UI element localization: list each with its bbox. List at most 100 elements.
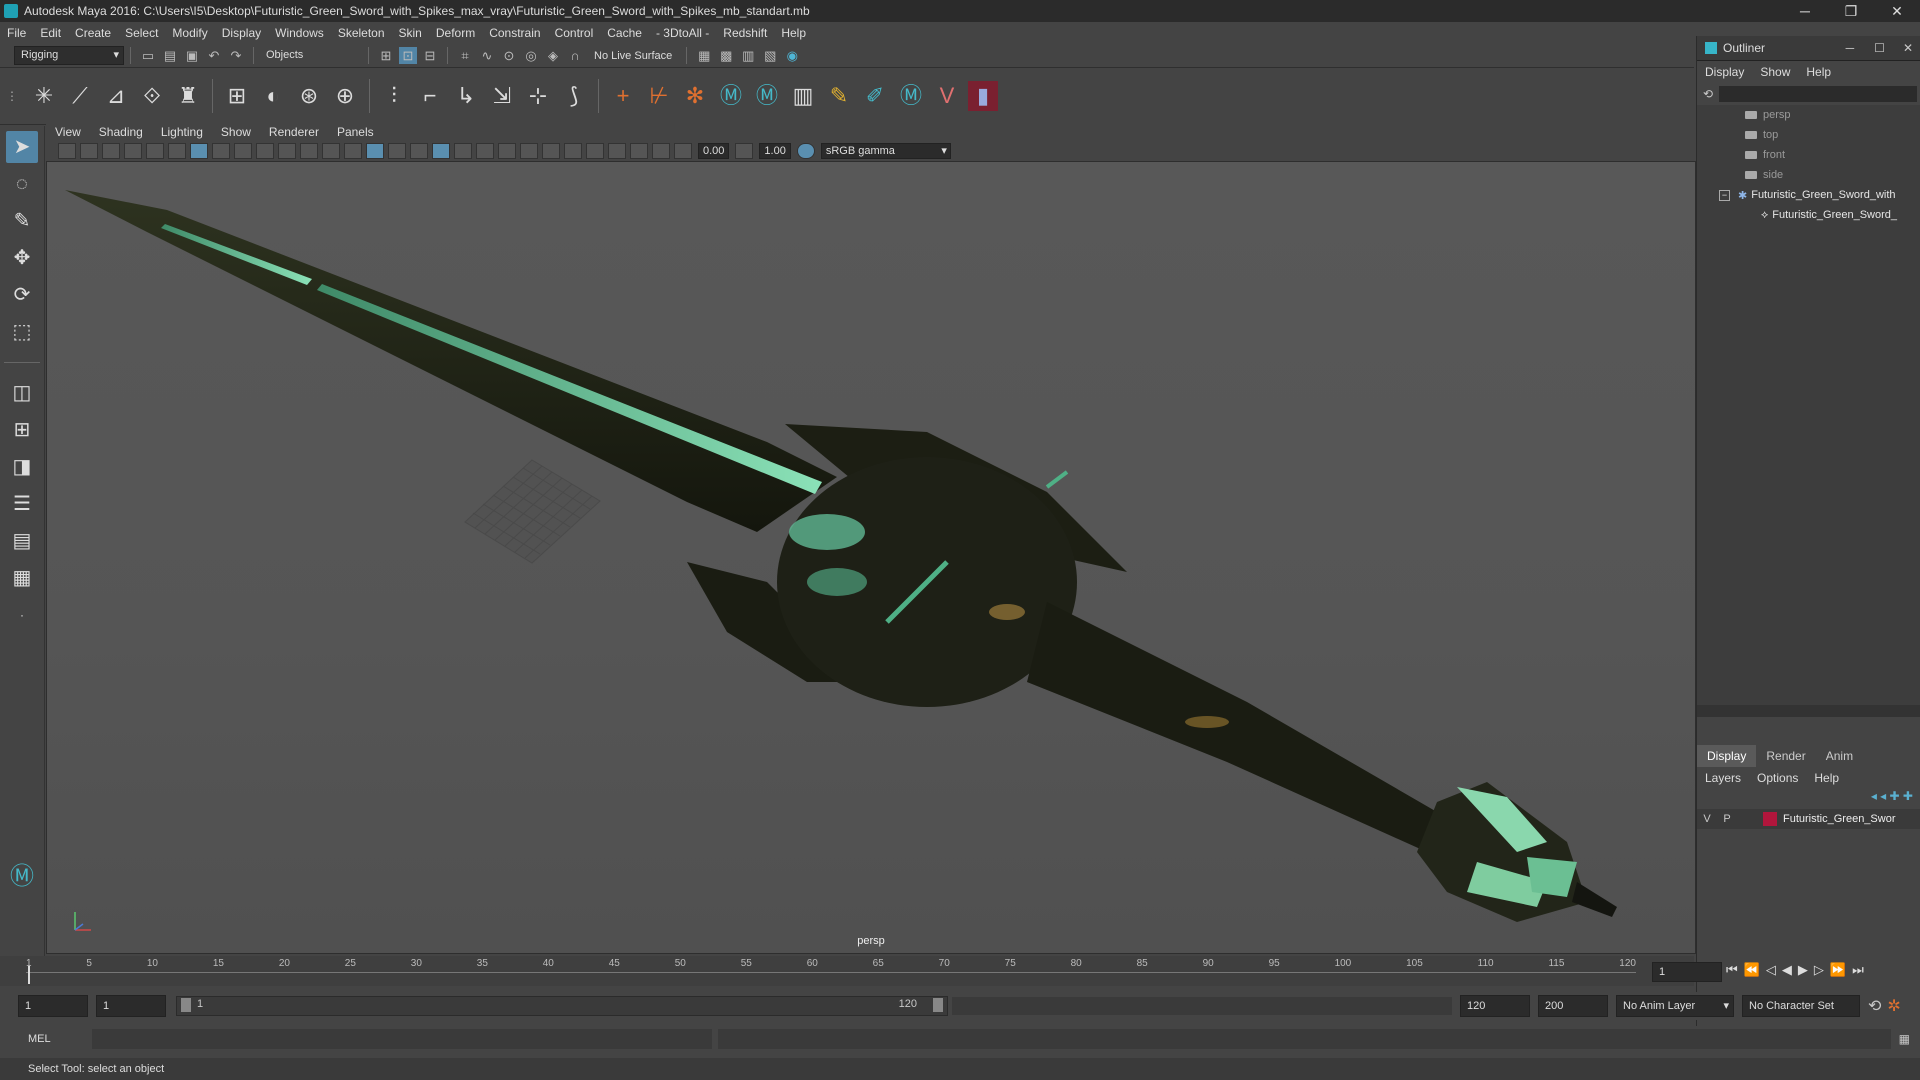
screen-space-ao-icon[interactable] — [498, 143, 516, 159]
tab-anim[interactable]: Anim — [1816, 745, 1863, 767]
aim-constraint-icon[interactable]: ⌐ — [415, 81, 445, 111]
time-slider[interactable]: 1 5 10 15 20 25 30 35 40 45 50 55 60 65 … — [0, 956, 1694, 986]
wireframe-icon[interactable] — [344, 143, 362, 159]
menu-windows[interactable]: Windows — [268, 26, 331, 40]
grease-pencil-icon[interactable] — [168, 143, 186, 159]
depth-of-field-icon[interactable] — [564, 143, 582, 159]
mel-script-icon-2[interactable]: Ⓜ — [752, 81, 782, 111]
outliner-item-front[interactable]: front — [1697, 145, 1920, 165]
outliner-layout-icon[interactable]: ☰ — [6, 488, 38, 520]
point-constraint-icon[interactable]: ⫶ — [379, 81, 409, 111]
smooth-shade-icon[interactable] — [366, 143, 384, 159]
menu-create[interactable]: Create — [68, 26, 118, 40]
range-slider[interactable]: 1 120 — [176, 996, 948, 1016]
menu-cache[interactable]: Cache — [600, 26, 649, 40]
use-all-lights-icon[interactable] — [454, 143, 472, 159]
panel-menu-lighting[interactable]: Lighting — [152, 125, 212, 139]
isolate-select-icon[interactable] — [586, 143, 604, 159]
layer-menu-options[interactable]: Options — [1749, 771, 1806, 785]
paint-select-tool-icon[interactable]: ✎ — [6, 205, 38, 237]
panel-menu-panels[interactable]: Panels — [328, 125, 383, 139]
locator-icon[interactable]: + — [608, 81, 638, 111]
undo-icon[interactable]: ↶ — [205, 47, 223, 64]
menu-deform[interactable]: Deform — [429, 26, 482, 40]
menu-edit[interactable]: Edit — [33, 26, 68, 40]
ik-spline-icon[interactable]: ⊿ — [101, 81, 131, 111]
select-component-icon[interactable]: ⊟ — [421, 47, 439, 64]
layer-visibility-toggle[interactable]: V — [1697, 813, 1717, 825]
motion-blur-icon[interactable] — [520, 143, 538, 159]
pole-vector-icon[interactable]: ⟆ — [559, 81, 589, 111]
colorspace-dropdown[interactable]: sRGB gamma ▾ — [820, 143, 951, 159]
step-back-frame-icon[interactable]: ◁ — [1766, 962, 1776, 978]
current-time-marker[interactable] — [28, 966, 30, 984]
select-object-icon[interactable]: ⊡ — [399, 47, 417, 64]
outliner-menu-help[interactable]: Help — [1798, 65, 1839, 79]
more-layouts-icon[interactable]: · — [6, 599, 38, 631]
xray-components-icon[interactable] — [652, 143, 670, 159]
command-language-label[interactable]: MEL — [0, 1033, 74, 1045]
restore-button[interactable]: ❐ — [1828, 0, 1874, 22]
camera-icon[interactable] — [58, 143, 76, 159]
layer-playback-toggle[interactable]: P — [1717, 813, 1737, 825]
tab-display[interactable]: Display — [1697, 745, 1757, 767]
range-start-handle[interactable] — [181, 998, 191, 1012]
ipr-render-icon[interactable]: ▥ — [739, 47, 757, 64]
command-input[interactable] — [92, 1029, 712, 1049]
menu-3dtoall[interactable]: - 3DtoAll - — [649, 26, 716, 40]
xray-joints-icon[interactable] — [630, 143, 648, 159]
paint-weights-icon[interactable]: ✎ — [824, 81, 854, 111]
outliner-horizontal-scrollbar[interactable] — [1697, 705, 1920, 717]
gamma-field[interactable]: 1.00 — [759, 143, 791, 159]
collapse-icon[interactable]: − — [1719, 189, 1730, 201]
step-forward-frame-icon[interactable]: ▷ — [1814, 962, 1824, 978]
snap-curve-icon[interactable]: ∿ — [478, 47, 496, 64]
selection-mode-dropdown[interactable]: Objects — [260, 47, 362, 64]
safe-title-icon[interactable] — [322, 143, 340, 159]
bind-skin-icon[interactable]: ⊞ — [222, 81, 252, 111]
brush-icon[interactable]: ✐ — [860, 81, 890, 111]
2d-pan-zoom-icon[interactable] — [146, 143, 164, 159]
graph-layout-icon[interactable]: ▤ — [6, 525, 38, 557]
film-gate-icon[interactable] — [212, 143, 230, 159]
outliner-item-side[interactable]: side — [1697, 165, 1920, 185]
wrap-icon[interactable]: ⊕ — [330, 81, 360, 111]
outliner-refresh-icon[interactable]: ⟲ — [1703, 87, 1713, 101]
new-scene-icon[interactable]: ▭ — [139, 47, 157, 64]
layer-row[interactable]: V P Futuristic_Green_Swor — [1697, 809, 1920, 829]
outliner-item-sword-group[interactable]: − ✱ Futuristic_Green_Sword_with — [1697, 185, 1920, 205]
cluster-icon[interactable]: ⊛ — [294, 81, 324, 111]
orient-constraint-icon[interactable]: ↳ — [451, 81, 481, 111]
panel-menu-view[interactable]: View — [46, 125, 90, 139]
step-back-key-icon[interactable]: ⏪ — [1744, 962, 1760, 978]
play-backward-icon[interactable]: ◀ — [1782, 962, 1792, 978]
single-view-layout-icon[interactable]: ◫ — [6, 377, 38, 409]
mel-script-icon-1[interactable]: Ⓜ — [716, 81, 746, 111]
bookmark-icon[interactable] — [102, 143, 120, 159]
menu-help[interactable]: Help — [774, 26, 813, 40]
gate-mask-icon[interactable] — [256, 143, 274, 159]
snap-point-icon[interactable]: ⊙ — [500, 47, 518, 64]
menu-select[interactable]: Select — [118, 26, 165, 40]
render-settings-icon[interactable]: ▧ — [761, 47, 779, 64]
save-scene-icon[interactable]: ▣ — [183, 47, 201, 64]
layer-tool-icons[interactable]: ◂ ◂ ✚ ✚ — [1697, 789, 1920, 809]
render-frame-icon[interactable]: ▩ — [717, 47, 735, 64]
snap-grid-icon[interactable]: ⌗ — [456, 47, 474, 64]
multisample-aa-icon[interactable] — [542, 143, 560, 159]
playback-end-field[interactable]: 120 — [1460, 995, 1530, 1017]
exposure-icon[interactable] — [674, 143, 692, 159]
play-forward-icon[interactable]: ▶ — [1798, 962, 1808, 978]
move-tool-icon[interactable]: ✥ — [6, 242, 38, 274]
joint-tool-icon[interactable]: ✳ — [29, 81, 59, 111]
menu-skeleton[interactable]: Skeleton — [331, 26, 392, 40]
layer-color-swatch[interactable] — [1763, 812, 1777, 826]
current-frame-field[interactable]: 1 — [1652, 962, 1722, 982]
color-management-icon[interactable] — [796, 143, 815, 159]
outliner-item-top[interactable]: top — [1697, 125, 1920, 145]
resolution-gate-icon[interactable] — [234, 143, 252, 159]
insert-joint-icon[interactable]: ⟐ — [137, 81, 167, 111]
hypershade-layout-icon[interactable]: ▦ — [6, 562, 38, 594]
magnet-icon[interactable]: ∩ — [566, 47, 584, 64]
anim-layer-dropdown[interactable]: No Anim Layer ▾ — [1616, 995, 1734, 1017]
